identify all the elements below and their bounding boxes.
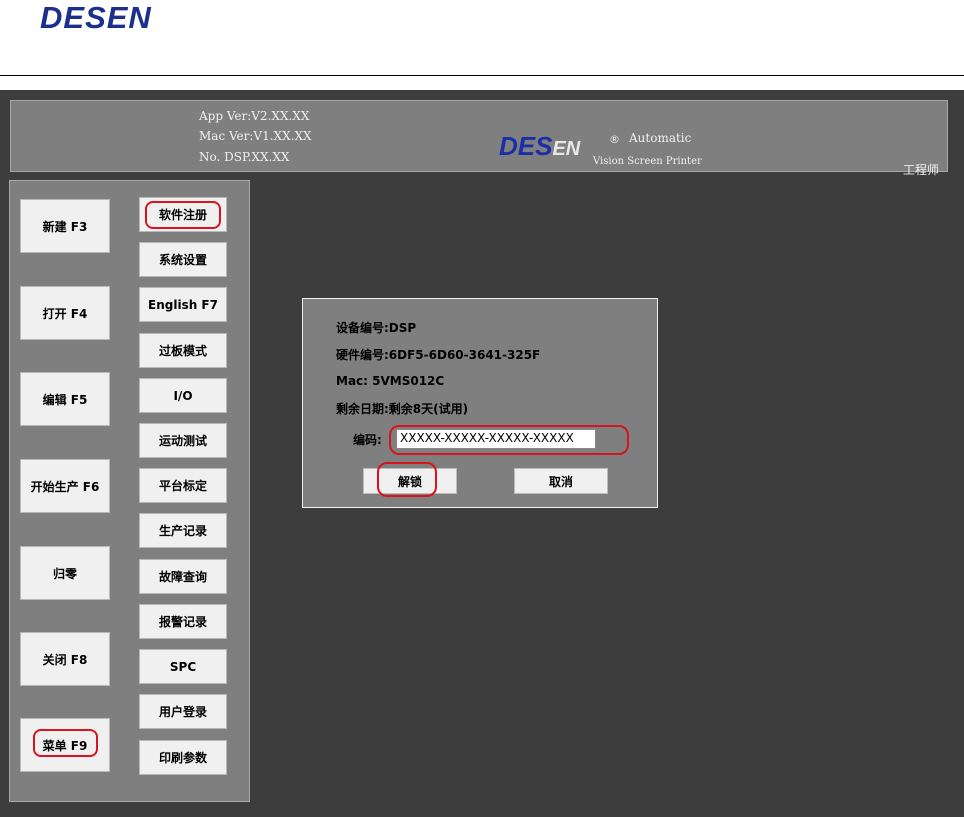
platform-calibration-button[interactable]: 平台标定 <box>139 468 227 503</box>
code-label: 编码: <box>353 433 382 447</box>
new-button[interactable]: 新建 F3 <box>20 199 110 253</box>
remaining-days: 剩余日期:剩余8天(试用) <box>336 402 469 416</box>
product-subtitle: Vision Screen Printer <box>593 156 702 167</box>
io-button[interactable]: I/O <box>139 378 227 413</box>
desen-logo: DESEN <box>40 0 152 35</box>
registered-mark: ® <box>609 133 620 146</box>
open-button[interactable]: 打开 F4 <box>20 286 110 340</box>
header-bar: App Ver:V2.XX.XX Mac Ver:V1.XX.XX No. DS… <box>10 100 948 177</box>
registration-highlight <box>145 201 221 229</box>
logo-main: DES <box>499 131 553 161</box>
print-parameters-button[interactable]: 印刷参数 <box>139 740 227 775</box>
app-version: App Ver:V2.XX.XX <box>199 109 310 123</box>
unlock-highlight <box>377 462 437 497</box>
close-button[interactable]: 关闭 F8 <box>20 632 110 686</box>
spc-button[interactable]: SPC <box>139 649 227 684</box>
edit-button[interactable]: 编辑 F5 <box>20 372 110 426</box>
code-highlight <box>389 425 629 455</box>
user-login-button[interactable]: 用户登录 <box>139 694 227 729</box>
user-role: 工程师 <box>902 163 939 177</box>
english-button[interactable]: English F7 <box>139 287 227 322</box>
cancel-button[interactable]: 取消 <box>514 468 608 494</box>
alarm-record-button[interactable]: 报警记录 <box>139 604 227 639</box>
mac-version: Mac Ver:V1.XX.XX <box>199 129 312 143</box>
hardware-number: 硬件编号:6DF5-6D60-3641-325F <box>336 348 541 362</box>
machine-number: No. DSP.XX.XX <box>199 150 290 164</box>
divider <box>0 75 964 76</box>
production-record-button[interactable]: 生产记录 <box>139 513 227 548</box>
sidebar: 新建 F3 打开 F4 编辑 F5 开始生产 F6 归零 关闭 F8 菜单 F9… <box>9 180 250 802</box>
automatic-label: Automatic <box>629 131 692 145</box>
start-production-button[interactable]: 开始生产 F6 <box>20 459 110 513</box>
system-settings-button[interactable]: 系统设置 <box>139 242 227 277</box>
home-button[interactable]: 归零 <box>20 546 110 600</box>
app-window: App Ver:V2.XX.XX Mac Ver:V1.XX.XX No. DS… <box>0 90 964 817</box>
logo-sub: EN <box>552 138 581 160</box>
mac-address: Mac: 5VMS012C <box>336 374 445 388</box>
menu-highlight <box>33 729 98 757</box>
fault-query-button[interactable]: 故障查询 <box>139 559 227 594</box>
registration-dialog: 设备编号:DSP 硬件编号:6DF5-6D60-3641-325F Mac: 5… <box>302 298 658 508</box>
header-logo: DESEN <box>499 131 580 162</box>
motion-test-button[interactable]: 运动测试 <box>139 423 227 458</box>
board-pass-mode-button[interactable]: 过板模式 <box>139 333 227 368</box>
device-number: 设备编号:DSP <box>336 321 417 335</box>
